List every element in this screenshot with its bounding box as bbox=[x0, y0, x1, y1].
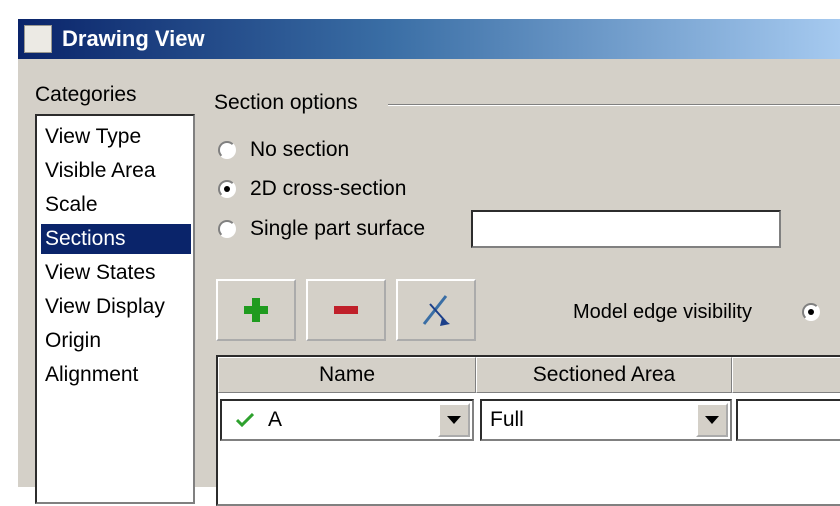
model-edge-radio[interactable] bbox=[802, 303, 820, 321]
name-dropdown-button[interactable] bbox=[438, 403, 470, 437]
radio-2d-cross-section[interactable]: 2D cross-section bbox=[218, 175, 406, 203]
radio-button[interactable] bbox=[218, 141, 236, 159]
radio-no-section[interactable]: No section bbox=[218, 136, 349, 164]
radio-button-checked[interactable] bbox=[218, 180, 236, 198]
radio-label: 2D cross-section bbox=[250, 177, 407, 200]
window-title: Drawing View bbox=[62, 26, 205, 51]
window-icon bbox=[24, 25, 52, 53]
category-origin[interactable]: Origin bbox=[41, 326, 191, 356]
add-section-button[interactable] bbox=[216, 279, 296, 341]
title-bar[interactable]: Drawing View bbox=[18, 19, 840, 59]
column-header-name[interactable]: Name bbox=[218, 357, 476, 393]
radio-button[interactable] bbox=[218, 220, 236, 238]
plus-icon bbox=[244, 298, 268, 322]
category-sections[interactable]: Sections bbox=[41, 224, 191, 254]
category-view-states[interactable]: View States bbox=[41, 258, 191, 288]
radio-label: Single part surface bbox=[250, 217, 426, 240]
category-view-display[interactable]: View Display bbox=[41, 292, 191, 322]
section-options-title: Section options bbox=[214, 91, 364, 115]
sectioned-area-dropdown-button[interactable] bbox=[696, 403, 728, 437]
group-divider bbox=[388, 104, 840, 106]
flip-arrow-icon bbox=[422, 295, 450, 326]
extra-cell[interactable] bbox=[736, 399, 840, 441]
category-alignment[interactable]: Alignment bbox=[41, 360, 191, 390]
single-part-surface-input[interactable] bbox=[471, 210, 781, 248]
categories-list[interactable]: View Type Visible Area Scale Sections Vi… bbox=[35, 114, 195, 504]
remove-section-button[interactable] bbox=[306, 279, 386, 341]
chevron-down-icon bbox=[705, 416, 719, 424]
radio-label: No section bbox=[250, 138, 350, 161]
sections-table: Name Sectioned Area A Full bbox=[216, 355, 840, 506]
category-view-type[interactable]: View Type bbox=[41, 122, 191, 152]
name-dropdown[interactable]: A bbox=[220, 399, 474, 441]
drawing-view-dialog: Drawing View Categories View Type Visibl… bbox=[17, 18, 840, 506]
chevron-down-icon bbox=[447, 416, 461, 424]
categories-label: Categories bbox=[35, 83, 137, 106]
flip-section-button[interactable] bbox=[396, 279, 476, 341]
checkmark-icon bbox=[236, 413, 254, 427]
radio-single-part-surface[interactable]: Single part surface bbox=[218, 215, 425, 243]
minus-icon bbox=[334, 306, 358, 314]
sectioned-area-value: Full bbox=[490, 408, 524, 431]
column-header-extra[interactable] bbox=[732, 357, 840, 393]
sectioned-area-dropdown[interactable]: Full bbox=[480, 399, 732, 441]
model-edge-visibility-label: Model edge visibility bbox=[573, 301, 752, 323]
category-scale[interactable]: Scale bbox=[41, 190, 191, 220]
section-name: A bbox=[268, 408, 283, 431]
column-header-sectioned-area[interactable]: Sectioned Area bbox=[476, 357, 732, 393]
category-visible-area[interactable]: Visible Area bbox=[41, 156, 191, 186]
